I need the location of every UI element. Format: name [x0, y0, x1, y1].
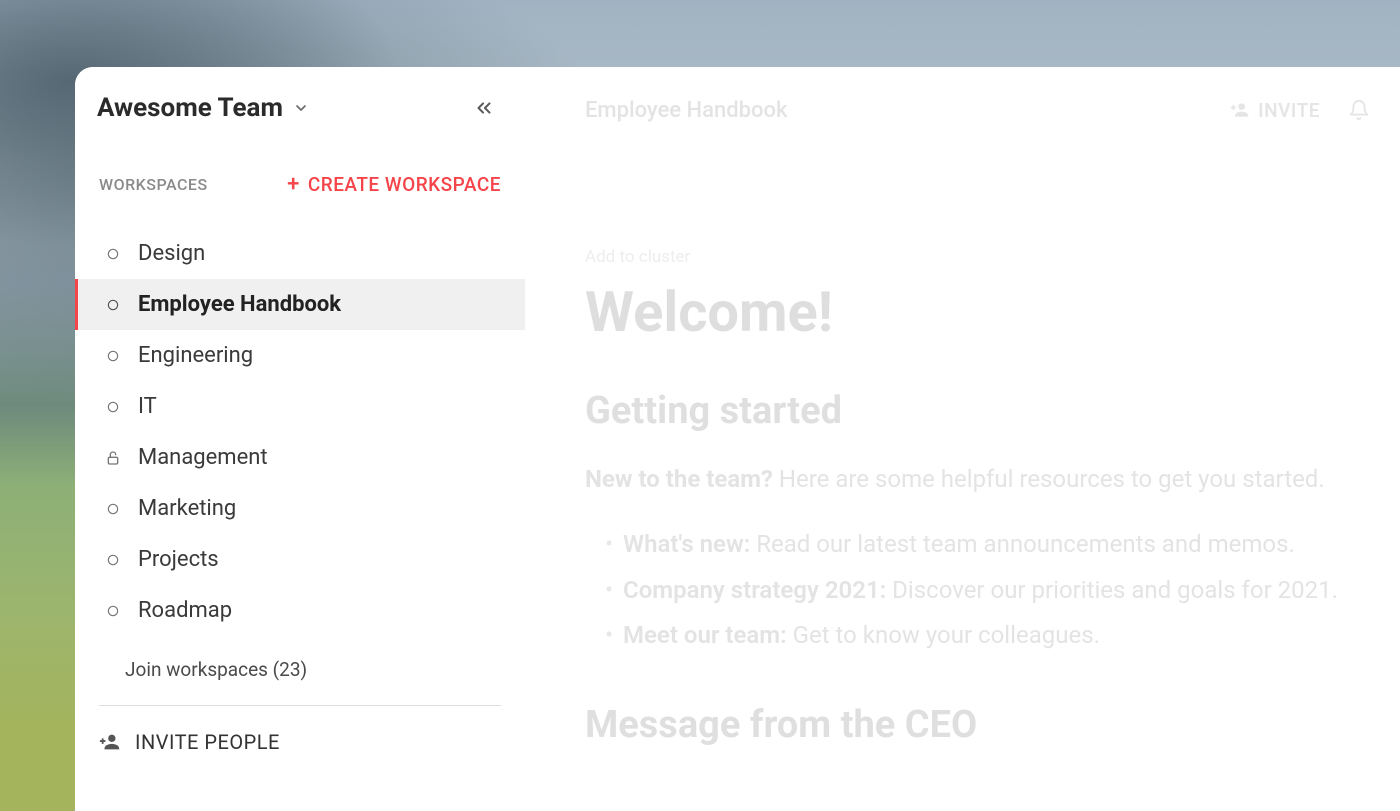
circle-icon [104, 602, 122, 620]
create-workspace-button[interactable]: + CREATE WORKSPACE [287, 173, 501, 196]
circle-icon [104, 551, 122, 569]
circle-icon [104, 245, 122, 263]
sidebar: Awesome Team WORKSPACES + CREATE WORKSPA… [75, 67, 525, 811]
list-item-text[interactable]: Discover our priorities and goals for 20… [886, 576, 1338, 604]
list-item-lead: What's new: [623, 530, 750, 558]
intro-paragraph: New to the team? Here are some helpful r… [585, 461, 1370, 498]
lock-icon [104, 449, 122, 467]
circle-icon [104, 500, 122, 518]
workspace-label: Employee Handbook [138, 292, 341, 317]
bell-icon [1348, 99, 1370, 121]
workspace-label: Marketing [138, 496, 236, 521]
divider [99, 705, 501, 706]
workspace-item-roadmap[interactable]: Roadmap [75, 585, 525, 636]
chevron-down-icon [293, 100, 309, 116]
main-area: Employee Handbook INVITE [525, 67, 1400, 811]
team-switcher[interactable]: Awesome Team [97, 93, 309, 123]
plus-icon: + [287, 174, 300, 196]
top-actions: INVITE [1230, 99, 1370, 122]
section-heading-getting-started: Getting started [585, 389, 1370, 433]
circle-icon [104, 398, 122, 416]
person-add-icon [99, 731, 121, 753]
list-item-lead: Meet our team: [623, 621, 787, 649]
workspace-label: Roadmap [138, 598, 232, 623]
person-add-icon [1230, 100, 1250, 120]
add-to-cluster-button[interactable]: Add to cluster [585, 247, 1370, 267]
getting-started-list: What's new: Read our latest team announc… [585, 522, 1370, 659]
workspace-label: Design [138, 241, 205, 266]
workspaces-bar: WORKSPACES + CREATE WORKSPACE [75, 143, 525, 208]
list-item-lead: Company strategy 2021: [623, 576, 886, 604]
invite-label: INVITE [1258, 99, 1320, 122]
document: Add to cluster Welcome! Getting started … [585, 137, 1370, 747]
list-item-text[interactable]: Get to know your colleagues. [787, 621, 1100, 649]
collapse-sidebar-button[interactable] [467, 91, 501, 125]
sidebar-header: Awesome Team [75, 79, 525, 143]
invite-button[interactable]: INVITE [1230, 99, 1320, 122]
list-item-text[interactable]: Read our latest team announcements and m… [750, 530, 1295, 558]
workspace-item-design[interactable]: Design [75, 228, 525, 279]
top-bar: Employee Handbook INVITE [585, 83, 1370, 137]
workspace-item-projects[interactable]: Projects [75, 534, 525, 585]
circle-icon [104, 347, 122, 365]
invite-people-label: INVITE PEOPLE [135, 730, 280, 754]
workspaces-heading: WORKSPACES [99, 175, 208, 194]
workspace-label: IT [138, 394, 157, 419]
section-heading-ceo-message: Message from the CEO [585, 703, 1370, 747]
team-name: Awesome Team [97, 93, 283, 123]
main-content: Employee Handbook INVITE [525, 67, 1400, 811]
join-workspaces-link[interactable]: Join workspaces (23) [75, 642, 525, 699]
workspace-label: Management [138, 445, 268, 470]
create-workspace-label: CREATE WORKSPACE [308, 173, 501, 196]
intro-bold: New to the team? [585, 465, 773, 493]
list-item: Company strategy 2021: Discover our prio… [605, 568, 1370, 614]
document-title: Welcome! [585, 279, 1370, 345]
workspace-item-engineering[interactable]: Engineering [75, 330, 525, 381]
workspace-label: Engineering [138, 343, 253, 368]
workspace-label: Projects [138, 547, 219, 572]
list-item: Meet our team: Get to know your colleagu… [605, 613, 1370, 659]
app-window: Awesome Team WORKSPACES + CREATE WORKSPA… [75, 67, 1400, 811]
workspace-list: Design Employee Handbook Engineering IT [75, 228, 525, 636]
list-item: What's new: Read our latest team announc… [605, 522, 1370, 568]
notifications-button[interactable] [1348, 99, 1370, 121]
workspace-item-employee-handbook[interactable]: Employee Handbook [75, 279, 525, 330]
join-workspaces-text: Join workspaces (23) [125, 658, 307, 681]
workspace-item-management[interactable]: Management [75, 432, 525, 483]
invite-people-button[interactable]: INVITE PEOPLE [75, 712, 525, 772]
intro-rest: Here are some helpful resources to get y… [773, 465, 1325, 493]
workspace-item-it[interactable]: IT [75, 381, 525, 432]
workspace-item-marketing[interactable]: Marketing [75, 483, 525, 534]
breadcrumb[interactable]: Employee Handbook [585, 98, 787, 123]
circle-icon [104, 296, 122, 314]
